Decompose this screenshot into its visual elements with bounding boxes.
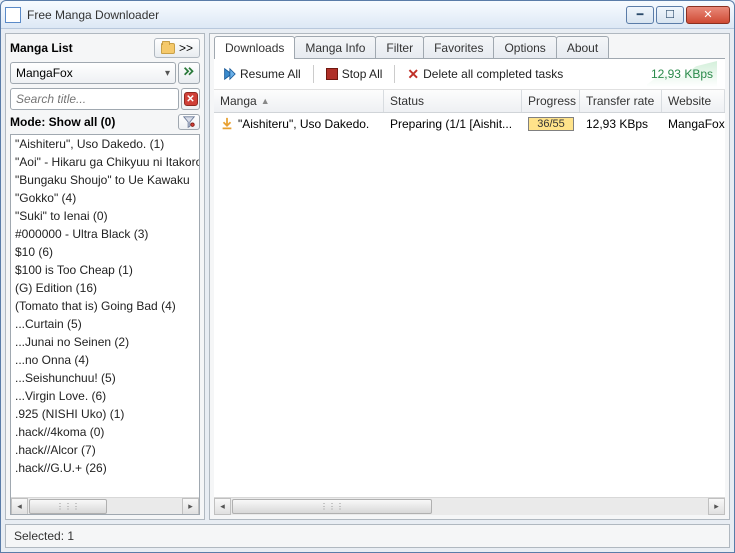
status-bar: Selected: 1 xyxy=(5,524,730,548)
list-item[interactable]: ...Seishunchuu! (5) xyxy=(11,369,199,387)
window-controls: ━ ☐ ✕ xyxy=(626,6,730,24)
close-button[interactable]: ✕ xyxy=(686,6,730,24)
col-status[interactable]: Status xyxy=(384,90,522,112)
col-website[interactable]: Website xyxy=(662,90,725,112)
sidebar-heading: Manga List xyxy=(10,41,150,55)
delete-completed-button[interactable]: ✕ Delete all completed tasks xyxy=(407,66,563,83)
funnel-icon xyxy=(182,115,196,129)
content-panel: Downloads Manga Info Filter Favorites Op… xyxy=(209,33,730,520)
list-item[interactable]: (G) Edition (16) xyxy=(11,279,199,297)
toolbar-separator xyxy=(394,65,395,83)
tab-manga-info[interactable]: Manga Info xyxy=(294,36,376,59)
manga-list[interactable]: "Aishiteru", Uso Dakedo. (1)"Aoi" - Hika… xyxy=(10,134,200,515)
download-icon xyxy=(220,117,234,131)
maximize-button[interactable]: ☐ xyxy=(656,6,684,24)
stop-all-button[interactable]: Stop All xyxy=(326,67,383,81)
window-title: Free Manga Downloader xyxy=(27,8,626,22)
row-rate: 12,93 KBps xyxy=(580,115,662,133)
refresh-source-button[interactable] xyxy=(178,62,200,84)
tab-downloads[interactable]: Downloads xyxy=(214,36,295,59)
tab-about[interactable]: About xyxy=(556,36,609,59)
sidebar: Manga List >> MangaFox ▾ xyxy=(5,33,205,520)
list-item[interactable]: .hack//4koma (0) xyxy=(11,423,199,441)
source-select[interactable]: MangaFox ▾ xyxy=(10,62,176,84)
double-arrow-icon xyxy=(182,66,196,80)
list-item[interactable]: ...Virgin Love. (6) xyxy=(11,387,199,405)
list-item[interactable]: #000000 - Ultra Black (3) xyxy=(11,225,199,243)
tab-favorites[interactable]: Favorites xyxy=(423,36,494,59)
source-value: MangaFox xyxy=(16,66,73,80)
tab-options[interactable]: Options xyxy=(493,36,556,59)
app-icon xyxy=(5,7,21,23)
list-item[interactable]: .hack//G.U.+ (26) xyxy=(11,459,199,477)
sidebar-hscroll[interactable]: ◂ ⋮⋮⋮ ▸ xyxy=(11,497,199,514)
list-item[interactable]: "Gokko" (4) xyxy=(11,189,199,207)
list-item[interactable]: $10 (6) xyxy=(11,243,199,261)
resume-icon xyxy=(222,67,236,81)
download-row[interactable]: "Aishiteru", Uso Dakedo. Preparing (1/1 … xyxy=(214,113,725,135)
list-item[interactable]: .hack//Alcor (7) xyxy=(11,441,199,459)
downloads-grid: Manga▲ Status Progress Transfer rate Web… xyxy=(214,90,725,514)
chevron-down-icon: ▾ xyxy=(165,68,170,79)
toolbar-separator xyxy=(313,65,314,83)
list-item[interactable]: ...Junai no Seinen (2) xyxy=(11,333,199,351)
minimize-button[interactable]: ━ xyxy=(626,6,654,24)
list-item[interactable]: $100 is Too Cheap (1) xyxy=(11,261,199,279)
col-transfer-rate[interactable]: Transfer rate xyxy=(580,90,662,112)
folder-button[interactable]: >> xyxy=(154,38,200,58)
mode-label: Mode: Show all (0) xyxy=(10,115,174,129)
transfer-speed: 12,93 KBps xyxy=(651,67,717,81)
tab-filter[interactable]: Filter xyxy=(375,36,424,59)
scroll-right-arrow[interactable]: ▸ xyxy=(708,498,725,515)
search-input[interactable] xyxy=(10,88,179,110)
folder-icon xyxy=(161,43,175,54)
grid-body[interactable]: "Aishiteru", Uso Dakedo. Preparing (1/1 … xyxy=(214,113,725,497)
folder-more-label: >> xyxy=(179,41,193,55)
list-item[interactable]: "Aoi" - Hikaru ga Chikyuu ni Itakoro xyxy=(11,153,199,171)
list-item[interactable]: ...Curtain (5) xyxy=(11,315,199,333)
filter-mode-button[interactable] xyxy=(178,114,200,130)
sort-asc-icon: ▲ xyxy=(261,96,270,106)
row-website: MangaFox xyxy=(662,115,725,133)
list-item[interactable]: .925 (NISHI Uko) (1) xyxy=(11,405,199,423)
list-item[interactable]: ...no Onna (4) xyxy=(11,351,199,369)
row-status: Preparing (1/1 [Aishit... xyxy=(384,115,522,133)
delete-icon: ✕ xyxy=(407,66,419,83)
row-manga: "Aishiteru", Uso Dakedo. xyxy=(238,117,369,131)
list-item[interactable]: "Bungaku Shoujo" to Ue Kawaku xyxy=(11,171,199,189)
row-progress: 36/55 xyxy=(528,117,574,131)
grid-hscroll[interactable]: ◂ ⋮⋮⋮ ▸ xyxy=(214,497,725,514)
list-item[interactable]: "Aishiteru", Uso Dakedo. (1) xyxy=(11,135,199,153)
stop-icon xyxy=(326,68,338,80)
clear-search-button[interactable]: ✕ xyxy=(181,88,200,110)
titlebar[interactable]: Free Manga Downloader ━ ☐ ✕ xyxy=(1,1,734,29)
col-manga[interactable]: Manga▲ xyxy=(214,90,384,112)
tab-strip: Downloads Manga Info Filter Favorites Op… xyxy=(210,34,729,59)
list-item[interactable]: "Suki" to Ienai (0) xyxy=(11,207,199,225)
app-window: Free Manga Downloader ━ ☐ ✕ Manga List >… xyxy=(0,0,735,553)
clear-icon: ✕ xyxy=(184,92,198,106)
downloads-toolbar: Resume All Stop All ✕ Delete all complet… xyxy=(214,59,725,90)
scroll-left-arrow[interactable]: ◂ xyxy=(11,498,28,515)
client-area: Manga List >> MangaFox ▾ xyxy=(1,29,734,552)
scroll-right-arrow[interactable]: ▸ xyxy=(182,498,199,515)
col-progress[interactable]: Progress xyxy=(522,90,580,112)
resume-all-button[interactable]: Resume All xyxy=(222,67,301,81)
scroll-left-arrow[interactable]: ◂ xyxy=(214,498,231,515)
list-item[interactable]: (Tomato that is) Going Bad (4) xyxy=(11,297,199,315)
downloads-panel: Resume All Stop All ✕ Delete all complet… xyxy=(214,58,725,514)
grid-header[interactable]: Manga▲ Status Progress Transfer rate Web… xyxy=(214,90,725,113)
